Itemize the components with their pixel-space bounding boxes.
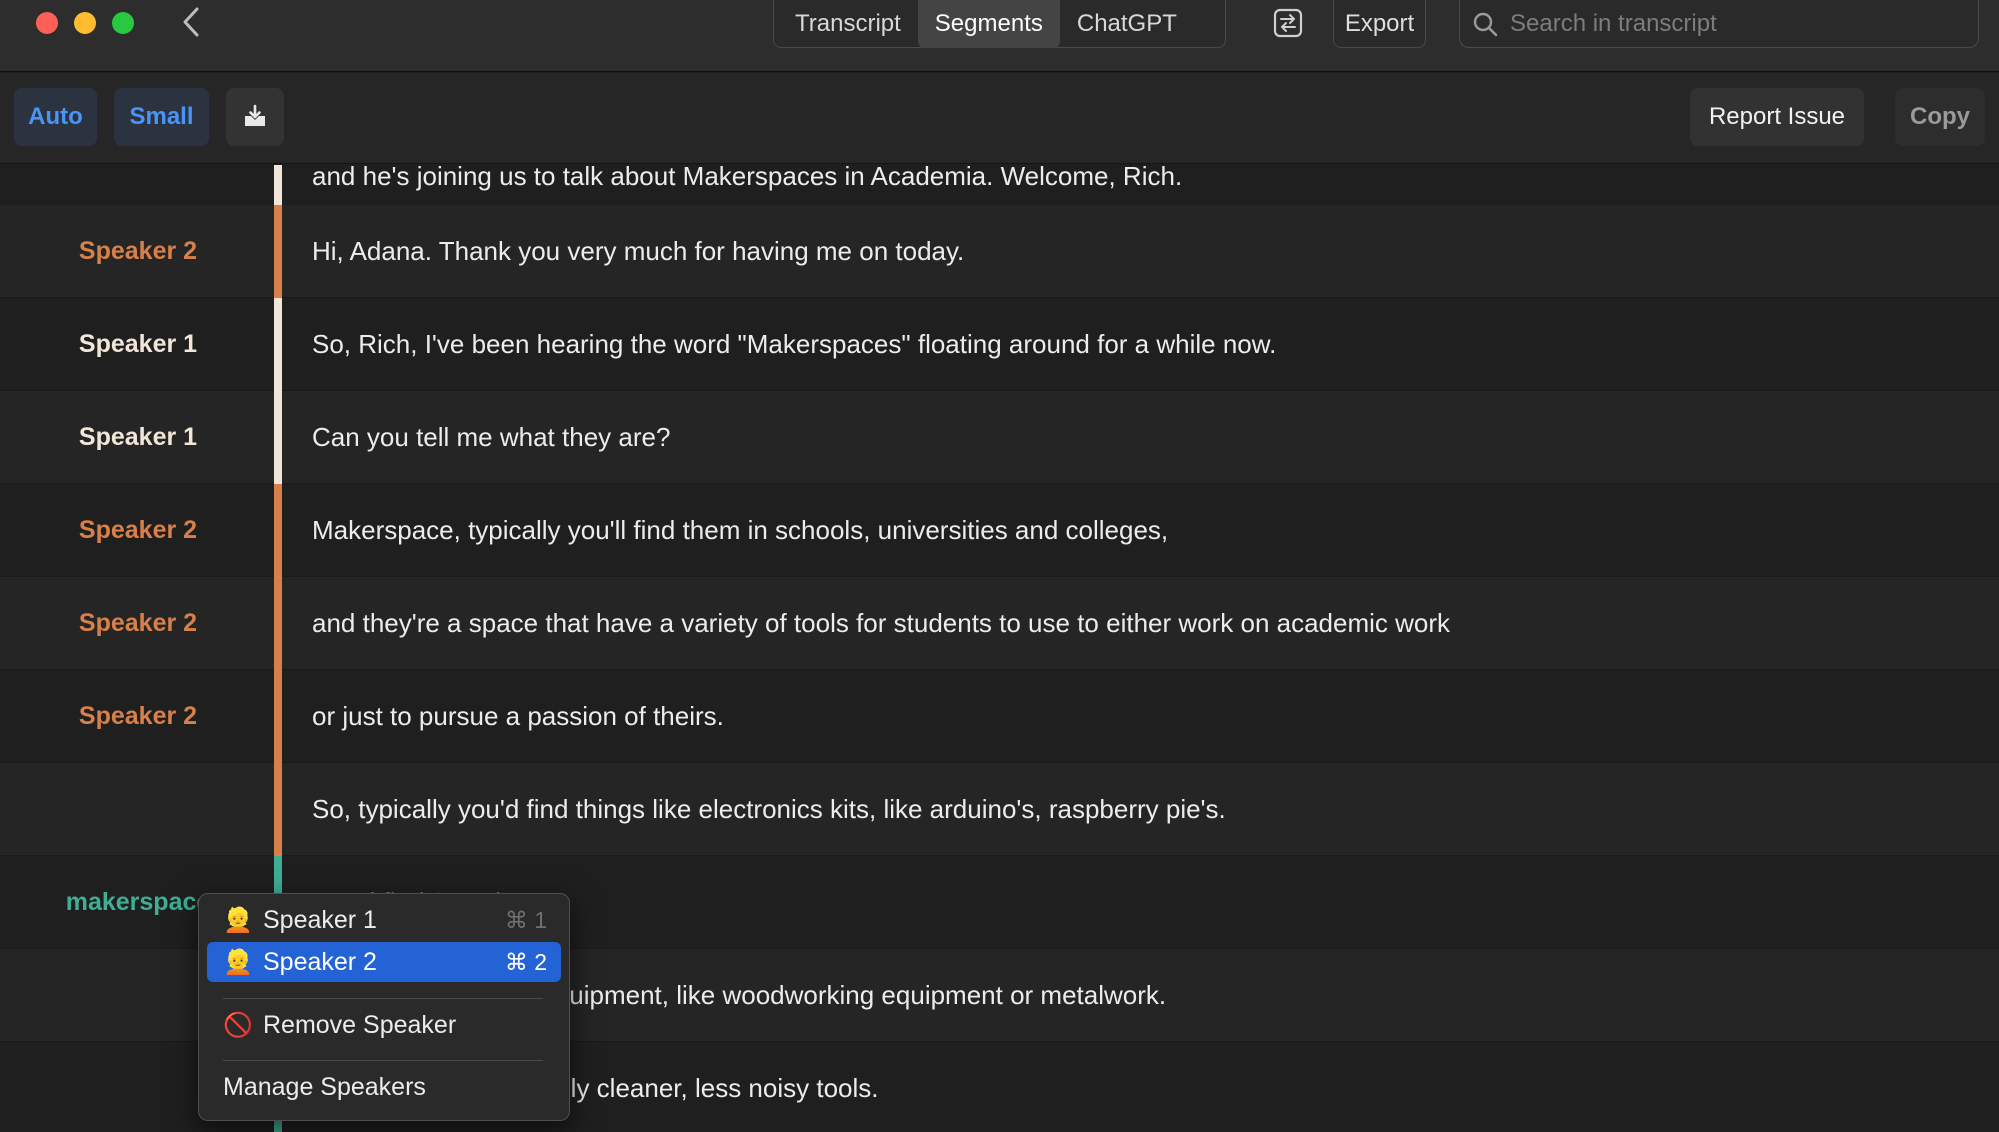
- segment-text[interactable]: and they're a space that have a variety …: [312, 577, 1979, 670]
- table-row[interactable]: Speaker 2 Hi, Adana. Thank you very much…: [0, 205, 1999, 298]
- tab-segments[interactable]: Segments: [917, 0, 1060, 48]
- view-segmented-control: Transcript Segments ChatGPT: [773, 0, 1226, 48]
- menu-item-manage-speakers[interactable]: Manage Speakers: [207, 1067, 561, 1107]
- toggle-panel-button[interactable]: [1271, 6, 1305, 40]
- search-icon: [1473, 12, 1498, 36]
- back-button[interactable]: [176, 4, 206, 40]
- menu-divider: [223, 998, 543, 999]
- report-issue-button[interactable]: Report Issue: [1690, 88, 1864, 146]
- segment-text[interactable]: or just to pursue a passion of theirs.: [312, 670, 1979, 763]
- toolbar: Auto Small Report Issue Copy: [0, 73, 1999, 164]
- menu-item-label: Speaker 2: [263, 947, 377, 976]
- segment-text[interactable]: Hi, Adana. Thank you very much for havin…: [312, 205, 1979, 298]
- menu-shortcut: ⌘ 2: [504, 948, 547, 975]
- maximize-window-button[interactable]: [112, 12, 134, 34]
- menu-item-speaker-1[interactable]: 👱 Speaker 1 ⌘ 1: [207, 900, 561, 940]
- speaker-color-bar: [274, 205, 282, 298]
- speaker-color-bar: [274, 484, 282, 577]
- tab-transcript[interactable]: Transcript: [778, 0, 918, 48]
- person-icon: 👱: [223, 906, 253, 934]
- speaker-label[interactable]: Speaker 2: [0, 484, 276, 577]
- menu-item-label: Remove Speaker: [263, 1010, 457, 1039]
- menu-item-remove-speaker[interactable]: 🚫 Remove Speaker: [207, 1005, 561, 1045]
- speaker-color-bar: [274, 763, 282, 856]
- copy-button[interactable]: Copy: [1895, 88, 1985, 146]
- title-bar: Transcript Segments ChatGPT Export: [0, 0, 1999, 72]
- speaker-color-bar: [274, 670, 282, 763]
- speaker-label[interactable]: Speaker 2: [0, 205, 276, 298]
- swap-icon: [1273, 8, 1303, 38]
- download-button[interactable]: [226, 88, 284, 146]
- speaker-label[interactable]: Speaker 2: [0, 577, 276, 670]
- segment-text[interactable]: and he's joining us to talk about Makers…: [312, 165, 1979, 191]
- speaker-color-bar: [274, 391, 282, 484]
- speaker-color-bar: [274, 165, 282, 205]
- menu-item-speaker-2[interactable]: 👱 Speaker 2 ⌘ 2: [207, 942, 561, 982]
- table-row[interactable]: Speaker 2 Makerspace, typically you'll f…: [0, 484, 1999, 577]
- auto-language-button[interactable]: Auto: [14, 88, 97, 146]
- segment-text[interactable]: Can you tell me what they are?: [312, 391, 1979, 484]
- list-item[interactable]: and he's joining us to talk about Makers…: [0, 165, 1999, 205]
- download-tray-icon: [245, 104, 265, 126]
- table-row[interactable]: Speaker 2 or just to pursue a passion of…: [0, 670, 1999, 763]
- speaker-color-bar: [274, 577, 282, 670]
- speaker-label[interactable]: Speaker 2: [0, 670, 276, 763]
- menu-divider: [223, 1060, 543, 1061]
- menu-item-label: Speaker 1: [263, 905, 377, 934]
- segment-text[interactable]: So, Rich, I've been hearing the word "Ma…: [312, 298, 1979, 391]
- close-window-button[interactable]: [36, 12, 58, 34]
- tab-chatgpt[interactable]: ChatGPT: [1060, 0, 1194, 48]
- speaker-context-menu: 👱 Speaker 1 ⌘ 1 👱 Speaker 2 ⌘ 2 🚫 Remove…: [198, 893, 570, 1121]
- model-size-button[interactable]: Small: [114, 88, 209, 146]
- table-row[interactable]: Speaker 1 So, Rich, I've been hearing th…: [0, 298, 1999, 391]
- speaker-label[interactable]: Speaker 1: [0, 298, 276, 391]
- export-button[interactable]: Export: [1333, 0, 1426, 48]
- search-field[interactable]: [1459, 0, 1979, 48]
- minimize-window-button[interactable]: [74, 12, 96, 34]
- speaker-color-bar: [274, 298, 282, 391]
- table-row[interactable]: Speaker 1 Can you tell me what they are?: [0, 391, 1999, 484]
- segment-text[interactable]: Makerspace, typically you'll find them i…: [312, 484, 1979, 577]
- menu-item-label: Manage Speakers: [223, 1072, 426, 1101]
- search-input[interactable]: [1510, 9, 1950, 38]
- segment-text[interactable]: So, typically you'd find things like ele…: [312, 763, 1979, 856]
- table-row[interactable]: Speaker 2 and they're a space that have …: [0, 577, 1999, 670]
- chevron-left-icon: [183, 7, 199, 37]
- person-icon: 👱: [223, 948, 253, 976]
- app-window: Transcript Segments ChatGPT Export Auto …: [0, 0, 1999, 1132]
- speaker-label[interactable]: [0, 763, 276, 856]
- prohibited-icon: 🚫: [223, 1011, 253, 1039]
- table-row[interactable]: So, typically you'd find things like ele…: [0, 763, 1999, 856]
- speaker-label[interactable]: Speaker 1: [0, 391, 276, 484]
- menu-shortcut: ⌘ 1: [504, 906, 547, 933]
